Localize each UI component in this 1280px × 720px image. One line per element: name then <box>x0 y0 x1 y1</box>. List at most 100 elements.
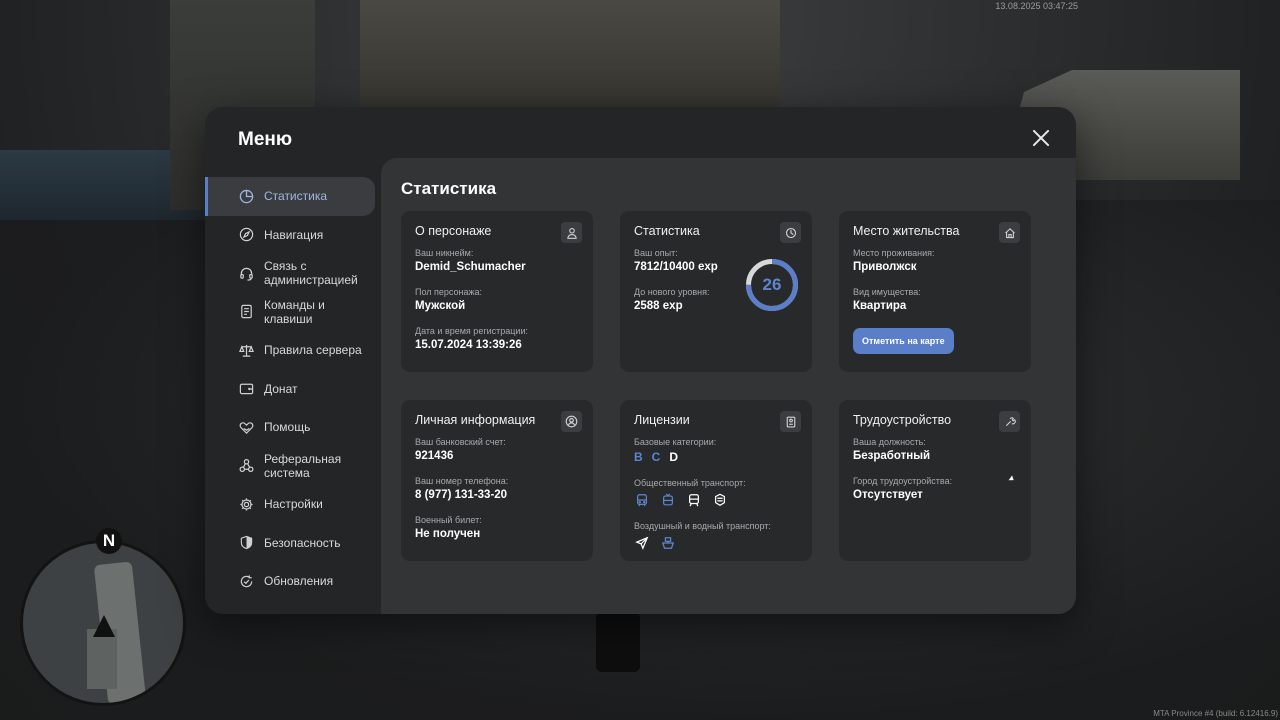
bus-icon <box>634 492 650 508</box>
employment-card: Трудоустройство Ваша должность: Безработ… <box>839 400 1031 561</box>
sidebar-item-contact-admin[interactable]: Связь с администрацией <box>205 254 381 293</box>
close-icon[interactable] <box>1032 129 1050 147</box>
phone-value: 8 (977) 131-33-20 <box>415 489 508 501</box>
clock-chart-icon <box>780 222 801 243</box>
menu-sidebar: Статистика Навигация Связь с администрац… <box>205 177 381 601</box>
pie-chart-icon <box>238 188 254 204</box>
sidebar-item-updates[interactable]: Обновления <box>205 562 381 601</box>
scales-icon <box>238 342 254 358</box>
gender-value: Мужской <box>415 300 466 312</box>
sidebar-item-label: Реферальная система <box>264 451 342 480</box>
category-c: C <box>651 450 661 464</box>
tools-icon <box>999 411 1020 432</box>
license-categories: B C D <box>634 450 798 464</box>
sidebar-item-settings[interactable]: Настройки <box>205 485 381 524</box>
residence-value: Приволжск <box>853 261 917 273</box>
sidebar-item-label: Обновления <box>264 574 334 589</box>
employment-city-label: Город трудоустройства: <box>853 476 953 486</box>
refresh-check-icon <box>238 573 254 589</box>
category-b: B <box>634 450 643 464</box>
minimap-north-indicator: N <box>96 528 122 554</box>
sidebar-item-navigation[interactable]: Навигация <box>205 216 381 255</box>
sidebar-item-label: Безопасность <box>264 535 341 550</box>
menu-title: Меню <box>238 129 293 150</box>
military-id-label: Военный билет: <box>415 515 482 525</box>
sidebar-item-server-rules[interactable]: Правила сервера <box>205 331 381 370</box>
section-title: Статистика <box>401 179 497 198</box>
air-water-licenses <box>634 535 798 551</box>
experience-card: Статистика Ваш опыт: 7812/10400 exp До н… <box>620 211 812 372</box>
property-value: Квартира <box>853 300 907 312</box>
hud-build-info: MTA Province #4 (build: 6.12416.9) <box>1153 709 1278 718</box>
public-transport-licenses <box>634 492 798 508</box>
gender-label: Пол персонажа: <box>415 287 483 297</box>
wallet-icon <box>238 381 254 397</box>
card-title: О персонаже <box>415 224 492 238</box>
compass-icon <box>238 227 254 243</box>
air-water-transport-label: Воздушный и водный транспорт: <box>634 521 771 531</box>
menu-window: Меню Статистика Навигация Связь с админи… <box>205 107 1076 614</box>
home-icon <box>999 222 1020 243</box>
card-title: Лицензии <box>634 413 690 427</box>
network-icon <box>238 458 254 474</box>
bank-account-label: Ваш банковский счет: <box>415 437 506 447</box>
nickname-label: Ваш никнейм: <box>415 248 474 258</box>
minimap-radar <box>20 540 186 706</box>
headset-icon <box>238 265 254 281</box>
sidebar-item-label: Правила сервера <box>264 343 362 358</box>
sidebar-item-security[interactable]: Безопасность <box>205 524 381 563</box>
id-card-icon <box>780 411 801 432</box>
sidebar-item-label: Донат <box>264 381 298 396</box>
person-circle-icon <box>561 411 582 432</box>
sidebar-item-label: Команды и клавиши <box>264 297 325 326</box>
trolleybus-icon <box>660 492 676 508</box>
card-title: Трудоустройство <box>853 413 952 427</box>
sidebar-item-help[interactable]: Помощь <box>205 408 381 447</box>
gear-icon <box>238 496 254 512</box>
licenses-card: Лицензии Базовые категории: B C D Общест… <box>620 400 812 561</box>
statistics-panel: Статистика О персонаже Ваш никнейм: Demi… <box>381 158 1076 614</box>
military-id-value: Не получен <box>415 528 481 540</box>
hud-datetime: 13.08.2025 03:47:25 <box>995 1 1078 11</box>
tram-icon <box>686 492 702 508</box>
card-title: Статистика <box>634 224 700 238</box>
sidebar-item-statistics[interactable]: Статистика <box>205 177 375 216</box>
minimap-land <box>87 629 117 689</box>
mark-on-map-button[interactable]: Отметить на карте <box>853 328 954 354</box>
registration-value: 15.07.2024 13:39:26 <box>415 339 522 351</box>
base-categories-label: Базовые категории: <box>634 437 717 447</box>
personal-info-card: Личная информация Ваш банковский счет: 9… <box>401 400 593 561</box>
residence-label: Место проживания: <box>853 248 935 258</box>
position-value: Безработный <box>853 450 931 462</box>
document-icon <box>238 304 254 320</box>
level-number: 26 <box>762 275 782 294</box>
registration-label: Дата и время регистрации: <box>415 326 528 336</box>
handshake-heart-icon <box>238 419 254 435</box>
employment-city-value: Отсутствует <box>853 489 923 501</box>
metro-icon <box>712 492 728 508</box>
shield-icon <box>238 535 254 551</box>
sidebar-item-label: Настройки <box>264 497 323 512</box>
user-icon <box>561 222 582 243</box>
category-d: D <box>669 450 679 464</box>
player-arrow-icon <box>93 615 115 637</box>
sidebar-item-label: Помощь <box>264 420 311 435</box>
property-label: Вид имущества: <box>853 287 921 297</box>
plane-icon <box>634 535 650 551</box>
card-title: Место жительства <box>853 224 960 238</box>
ship-icon <box>660 535 676 551</box>
player-character <box>596 612 640 672</box>
sidebar-item-label: Навигация <box>264 227 324 242</box>
residence-card: Место жительства Место проживания: Приво… <box>839 211 1031 372</box>
sidebar-item-label: Статистика <box>264 189 328 204</box>
bank-account-value: 921436 <box>415 450 454 462</box>
nickname-value: Demid_Schumacher <box>415 261 526 273</box>
public-transport-label: Общественный транспорт: <box>634 478 746 488</box>
character-card: О персонаже Ваш никнейм: Demid_Schumache… <box>401 211 593 372</box>
sidebar-item-commands[interactable]: Команды и клавиши <box>205 293 381 332</box>
sidebar-item-referral[interactable]: Реферальная система <box>205 447 381 486</box>
phone-label: Ваш номер телефона: <box>415 476 509 486</box>
sidebar-item-donate[interactable]: Донат <box>205 370 381 409</box>
game-tower <box>360 0 780 110</box>
position-label: Ваша должность: <box>853 437 926 447</box>
